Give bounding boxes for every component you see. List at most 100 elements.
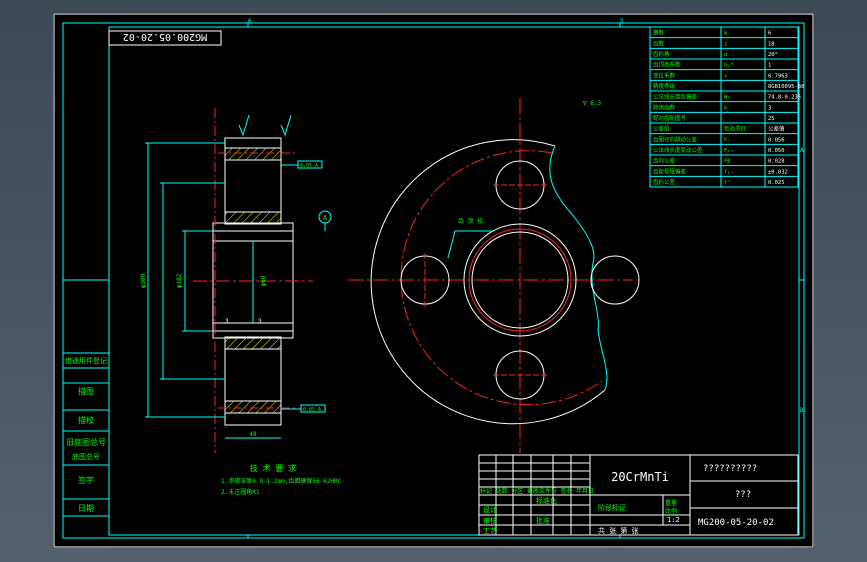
dim-mid-text: φ182: [176, 273, 183, 288]
side-label-1: 描图: [78, 386, 94, 396]
param-cell: Fᵥᵥ: [724, 148, 734, 154]
leader-note: 齿 顶 校: [458, 217, 483, 225]
side-label-2: 描校: [78, 415, 94, 425]
param-cell: 齿形角: [653, 50, 670, 58]
company-name: ???: [735, 490, 751, 500]
standardize-label: 标准化: [536, 496, 557, 505]
tech-notes-title: 技 术 要 求: [250, 463, 296, 473]
param-cell: 公差值: [768, 125, 785, 133]
param-cell: 模数: [653, 29, 665, 37]
side-label-0: 借通用件登记: [65, 356, 107, 365]
approve-label: 批准: [536, 516, 550, 525]
surface-finish-mark-1: [238, 114, 250, 137]
param-cell: 齿向公差: [653, 157, 676, 165]
side-label-3: 旧底图总号: [66, 437, 106, 447]
param-cell: 齿顶高系数: [653, 61, 681, 69]
process-label: 工艺: [483, 527, 497, 535]
tooth-section-bottom: [224, 400, 282, 414]
param-cell: 3: [768, 105, 771, 111]
mirrored-drawing-number: MG200.05.20-02: [123, 31, 207, 42]
param-cell: 齿距极限偏差: [653, 167, 687, 175]
dim-bore-text: φ68: [260, 275, 267, 286]
param-cell: m: [724, 31, 728, 37]
param-cell: 公法线长度变动公差: [653, 146, 703, 154]
review-label: 审核: [483, 516, 497, 525]
pitch-circle-arc: [400, 150, 603, 406]
param-cell: 74.8-0.235: [768, 95, 801, 101]
surface-finish-note: ∇ 6.3: [582, 100, 601, 107]
param-cell: 配对齿轮图号: [653, 114, 687, 122]
param-cell: 20°: [768, 52, 778, 58]
front-view: 齿 顶 校: [348, 98, 640, 453]
tech-note-2: 2.未注圆角R1: [221, 488, 260, 496]
param-cell: 变位系数: [653, 71, 676, 79]
small-dim-1: 3: [225, 318, 229, 325]
param-cell: fᶠ: [724, 179, 731, 186]
param-cell: z: [724, 41, 727, 47]
param-cell: 0.025: [768, 180, 785, 186]
zone-mark-top-left: 6: [248, 18, 252, 25]
param-cell: ±0.032: [768, 169, 788, 175]
zone-mark-top-right: 5: [620, 18, 624, 25]
param-cell: 0.056: [768, 137, 785, 143]
gear-drawing-svg: 6 5 A B MG200.05.20-02 借通用件登记 描图 描校 旧底图总…: [53, 13, 814, 548]
sheets-label: 共 张 第 张: [598, 526, 639, 535]
side-label-6: 日期: [78, 504, 94, 513]
dim-outer-text: φ300: [140, 273, 147, 288]
param-cell: x: [724, 73, 728, 79]
outer-addendum-arc: [370, 139, 606, 425]
cad-viewport: 6 5 A B MG200.05.20-02 借通用件登记 描图 描校 旧底图总…: [0, 0, 867, 562]
param-cell: 25: [768, 116, 775, 122]
datum-a-label: A: [323, 214, 328, 222]
tech-note-1: 1.渗碳深度0.8-1.2mm,齿面硬度56-62HRC: [221, 477, 342, 485]
param-cell: fₚₜ: [724, 169, 734, 175]
param-cell: α: [724, 52, 728, 58]
param-cell: 公法线长度及偏差: [653, 93, 698, 101]
param-cell: 8GB10095-88: [768, 84, 804, 90]
param-cell: 齿圈径向跳动公差: [653, 135, 698, 143]
param-cell: 6: [768, 31, 771, 37]
param-cell: 0.028: [768, 159, 785, 165]
tooth-section-top: [224, 147, 282, 161]
param-cell: 齿数: [653, 39, 665, 47]
part-title: ??????????: [703, 464, 757, 474]
drawing-canvas[interactable]: 6 5 A B MG200.05.20-02 借通用件登记 描图 描校 旧底图总…: [53, 13, 814, 548]
param-cell: 精度等级: [653, 82, 676, 90]
hub-section-top: [224, 211, 282, 225]
param-cell: 公差组: [653, 125, 670, 133]
param-cell: 18: [768, 41, 775, 47]
material-name: 20CrMnTi: [611, 470, 669, 484]
side-registry-column: 借通用件登记 描图 描校 旧底图总号 底图总号 签字 日期: [62, 352, 110, 517]
design-label: 设计: [483, 505, 497, 514]
tooth-profile: [549, 145, 608, 391]
param-cell: 1: [768, 63, 771, 69]
mirrored-number-box: MG200.05.20-02: [108, 30, 222, 46]
revision-header: 标记 处数 分区 更改文件号 签名 年月日: [480, 487, 594, 495]
weight-label: 重量: [665, 499, 677, 507]
param-cell: 0.050: [768, 148, 785, 154]
scale-label: 比例: [665, 507, 677, 515]
scale-value: 1:2: [667, 516, 680, 524]
param-cell: 跨测齿数: [653, 103, 676, 111]
title-block: 标记 处数 分区 更改文件号 签名 年月日 设计 审核 工艺 标准化 批准 阶段…: [478, 454, 799, 536]
gear-parameter-table: 模数 m 6 齿数 z 18 齿形角 α 20° 齿顶高系数 hₐ* 1 变位系数 x 0.7963 精度等级…: [649, 26, 804, 188]
small-dim-2: 3: [258, 318, 262, 325]
param-cell: k: [724, 105, 728, 111]
side-label-4: 底图总号: [72, 452, 100, 461]
zone-mark-right-b: B: [800, 407, 804, 414]
side-label-5: 签字: [78, 475, 94, 485]
param-cell: 检验项目: [724, 125, 746, 133]
hub-section-bottom: [224, 336, 282, 350]
svg-text:0.05 A: 0.05 A: [303, 407, 321, 413]
dim-width-text: 48: [249, 431, 257, 438]
param-cell: Fβ: [724, 159, 731, 165]
param-cell: Fᵣ: [724, 137, 731, 143]
param-cell: 齿形公差: [653, 178, 676, 186]
surface-finish-mark-2: [280, 114, 292, 137]
param-cell: Wₖ: [724, 95, 731, 101]
svg-text:0.05 A: 0.05 A: [300, 163, 318, 169]
stage-mark-label: 阶段标记: [598, 503, 626, 512]
technical-requirements: 技 术 要 求 1.渗碳深度0.8-1.2mm,齿面硬度56-62HRC 2.未…: [221, 463, 342, 496]
zone-mark-right-a: A: [800, 147, 804, 154]
param-cell: 0.7963: [768, 73, 788, 79]
